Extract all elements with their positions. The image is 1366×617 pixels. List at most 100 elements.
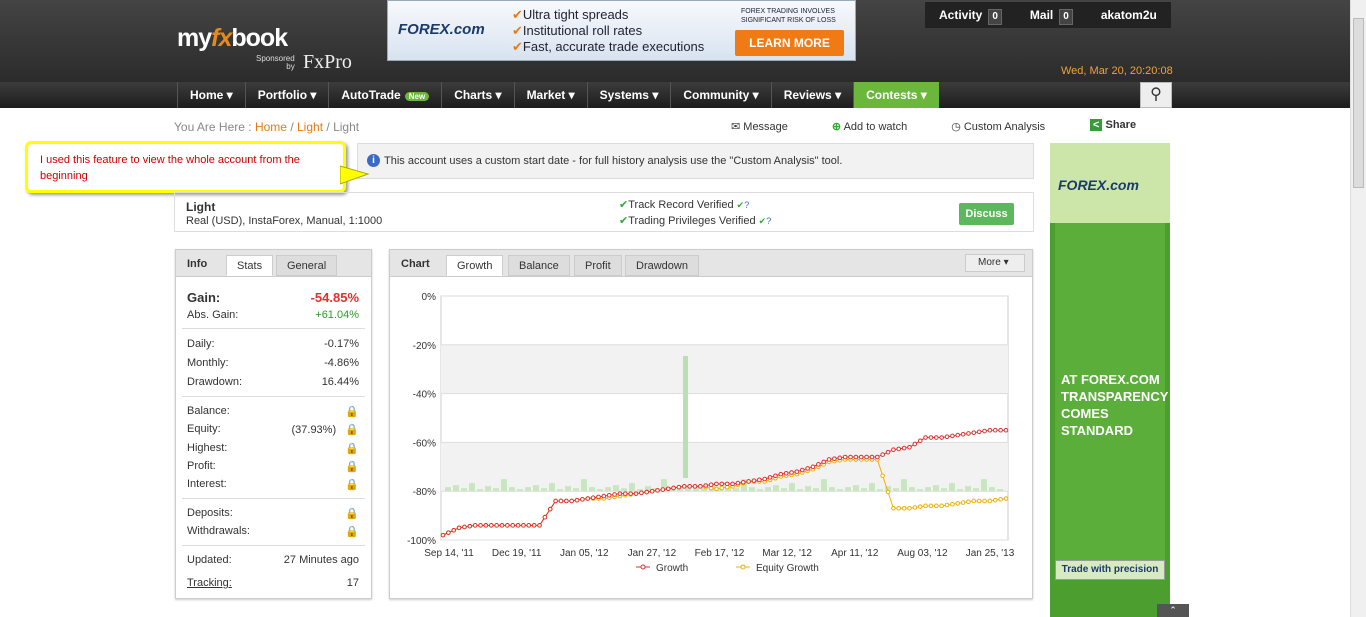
scrollbar-thumb[interactable] [1353,18,1364,188]
custom-analysis-link[interactable]: ◷ Custom Analysis [951,120,1067,133]
data-point [832,456,837,461]
interest-label: Interest: [187,478,227,490]
daily-label: Daily: [187,338,215,350]
side-banner-ad[interactable]: FOREX.com AT FOREX.COM TRANSPARENCY COME… [1050,143,1170,617]
data-point [505,523,510,528]
help-icon[interactable]: ? [759,216,772,226]
data-point [719,481,725,487]
legend-label: Growth [656,563,688,574]
nav-charts[interactable]: Charts ▾ [441,82,513,108]
drawdown-label: Drawdown: [187,376,243,388]
data-point [805,466,810,471]
tab-stats[interactable]: Stats [226,255,274,276]
data-point [451,527,457,533]
nav-contests[interactable]: Contests ▾ [853,82,939,108]
help-icon[interactable]: ? [737,200,750,210]
data-point [606,492,612,498]
scroll-to-top-button[interactable]: ⌃ [1157,604,1189,617]
y-tick-label: -20% [413,341,436,352]
volume-bar [541,488,547,492]
volume-bar [453,485,459,492]
data-point [992,497,998,503]
tab-general[interactable]: General [276,255,338,276]
search-icon[interactable]: ⚲ [1140,82,1172,108]
tab-drawdown[interactable]: Drawdown [625,255,699,276]
lock-icon: 🔒 [345,443,359,455]
trade-with-precision-button[interactable]: Trade with precision [1055,560,1165,580]
volume-bar [949,483,955,492]
data-point [521,523,526,528]
learn-more-button[interactable]: LEARN MORE [735,30,844,56]
lock-icon: 🔒 [345,526,359,538]
nav-home[interactable]: Home ▾ [177,82,245,108]
data-point [971,430,977,435]
fxpro-logo[interactable]: FxPro [303,51,352,74]
nav-reviews[interactable]: Reviews ▾ [770,82,853,108]
username-link[interactable]: akatom2u [1087,2,1171,28]
data-point [564,498,569,504]
volume-bar [557,489,563,492]
add-to-watch-link[interactable]: ⊕ Add to watch [832,120,929,133]
nav-portfolio[interactable]: Portfolio ▾ [244,82,329,108]
ad-message: AT FOREX.COM TRANSPARENCY COMES STANDARD [1061,372,1169,438]
data-point [467,523,473,529]
mail-link[interactable]: Mail 0 [1016,2,1087,28]
data-point [1003,427,1009,433]
volume-bar [757,489,763,492]
top-banner-ad[interactable]: FOREX.com Ultra tight spreads Institutio… [387,0,856,61]
account-name: Light [186,200,216,214]
nav-systems[interactable]: Systems ▾ [586,82,671,108]
volume-bar [925,487,931,492]
tab-growth[interactable]: Growth [446,255,504,276]
y-tick-label: 0% [422,292,437,303]
data-point [499,523,505,528]
discuss-button[interactable]: Discuss [959,203,1014,225]
data-point [917,438,923,444]
data-point [574,497,580,503]
tab-balance[interactable]: Balance [508,255,570,276]
nav-market[interactable]: Market ▾ [513,82,587,108]
data-point [596,494,601,500]
activity-link[interactable]: Activity 0 [925,2,1016,28]
data-point [907,505,912,511]
volume-bar [517,489,523,492]
volume-bar [973,488,979,492]
more-dropdown[interactable]: More ▾ [965,254,1025,272]
nav-autotrade[interactable]: AutoTrade New [328,82,441,108]
data-point [440,532,446,538]
ad-bullet: Institutional roll rates [512,23,704,39]
track-record-verified: Track Record Verified [619,199,734,211]
data-point [585,496,591,501]
breadcrumb-home[interactable]: Home [255,120,287,134]
data-point [558,498,564,504]
data-point [826,457,832,462]
tracking-link[interactable]: Tracking: [187,577,232,589]
page-scrollbar[interactable] [1350,0,1366,617]
custom-start-date-notice: This account uses a custom start date - … [357,143,1034,179]
data-point [901,505,907,511]
lock-icon: 🔒 [345,479,359,491]
share-button[interactable]: < Share [1090,119,1136,131]
volume-bar [533,485,539,492]
withdrawals-label: Withdrawals: [187,525,250,537]
volume-bar [683,356,688,478]
volume-bar [477,489,483,492]
balance-label: Balance: [187,405,230,417]
user-menu: Activity 0 Mail 0 akatom2u [925,2,1171,28]
data-point [869,454,875,460]
message-link[interactable]: ✉ Message [731,120,810,133]
data-point [639,490,644,496]
myfxbook-logo[interactable]: myfxbook [177,24,288,53]
mail-count: 0 [1059,9,1073,25]
nav-community[interactable]: Community ▾ [670,82,770,108]
sponsored-by-label: Sponsored by [256,54,295,71]
forex-logo: FOREX.com [1058,177,1139,193]
plot-area [440,295,1009,541]
breadcrumb-light[interactable]: Light [297,120,323,134]
volume-bar [565,486,571,492]
tab-profit[interactable]: Profit [574,255,622,276]
volume-bar [981,479,987,492]
data-point [901,445,907,451]
volume-bar [501,479,507,492]
data-point [510,523,516,528]
